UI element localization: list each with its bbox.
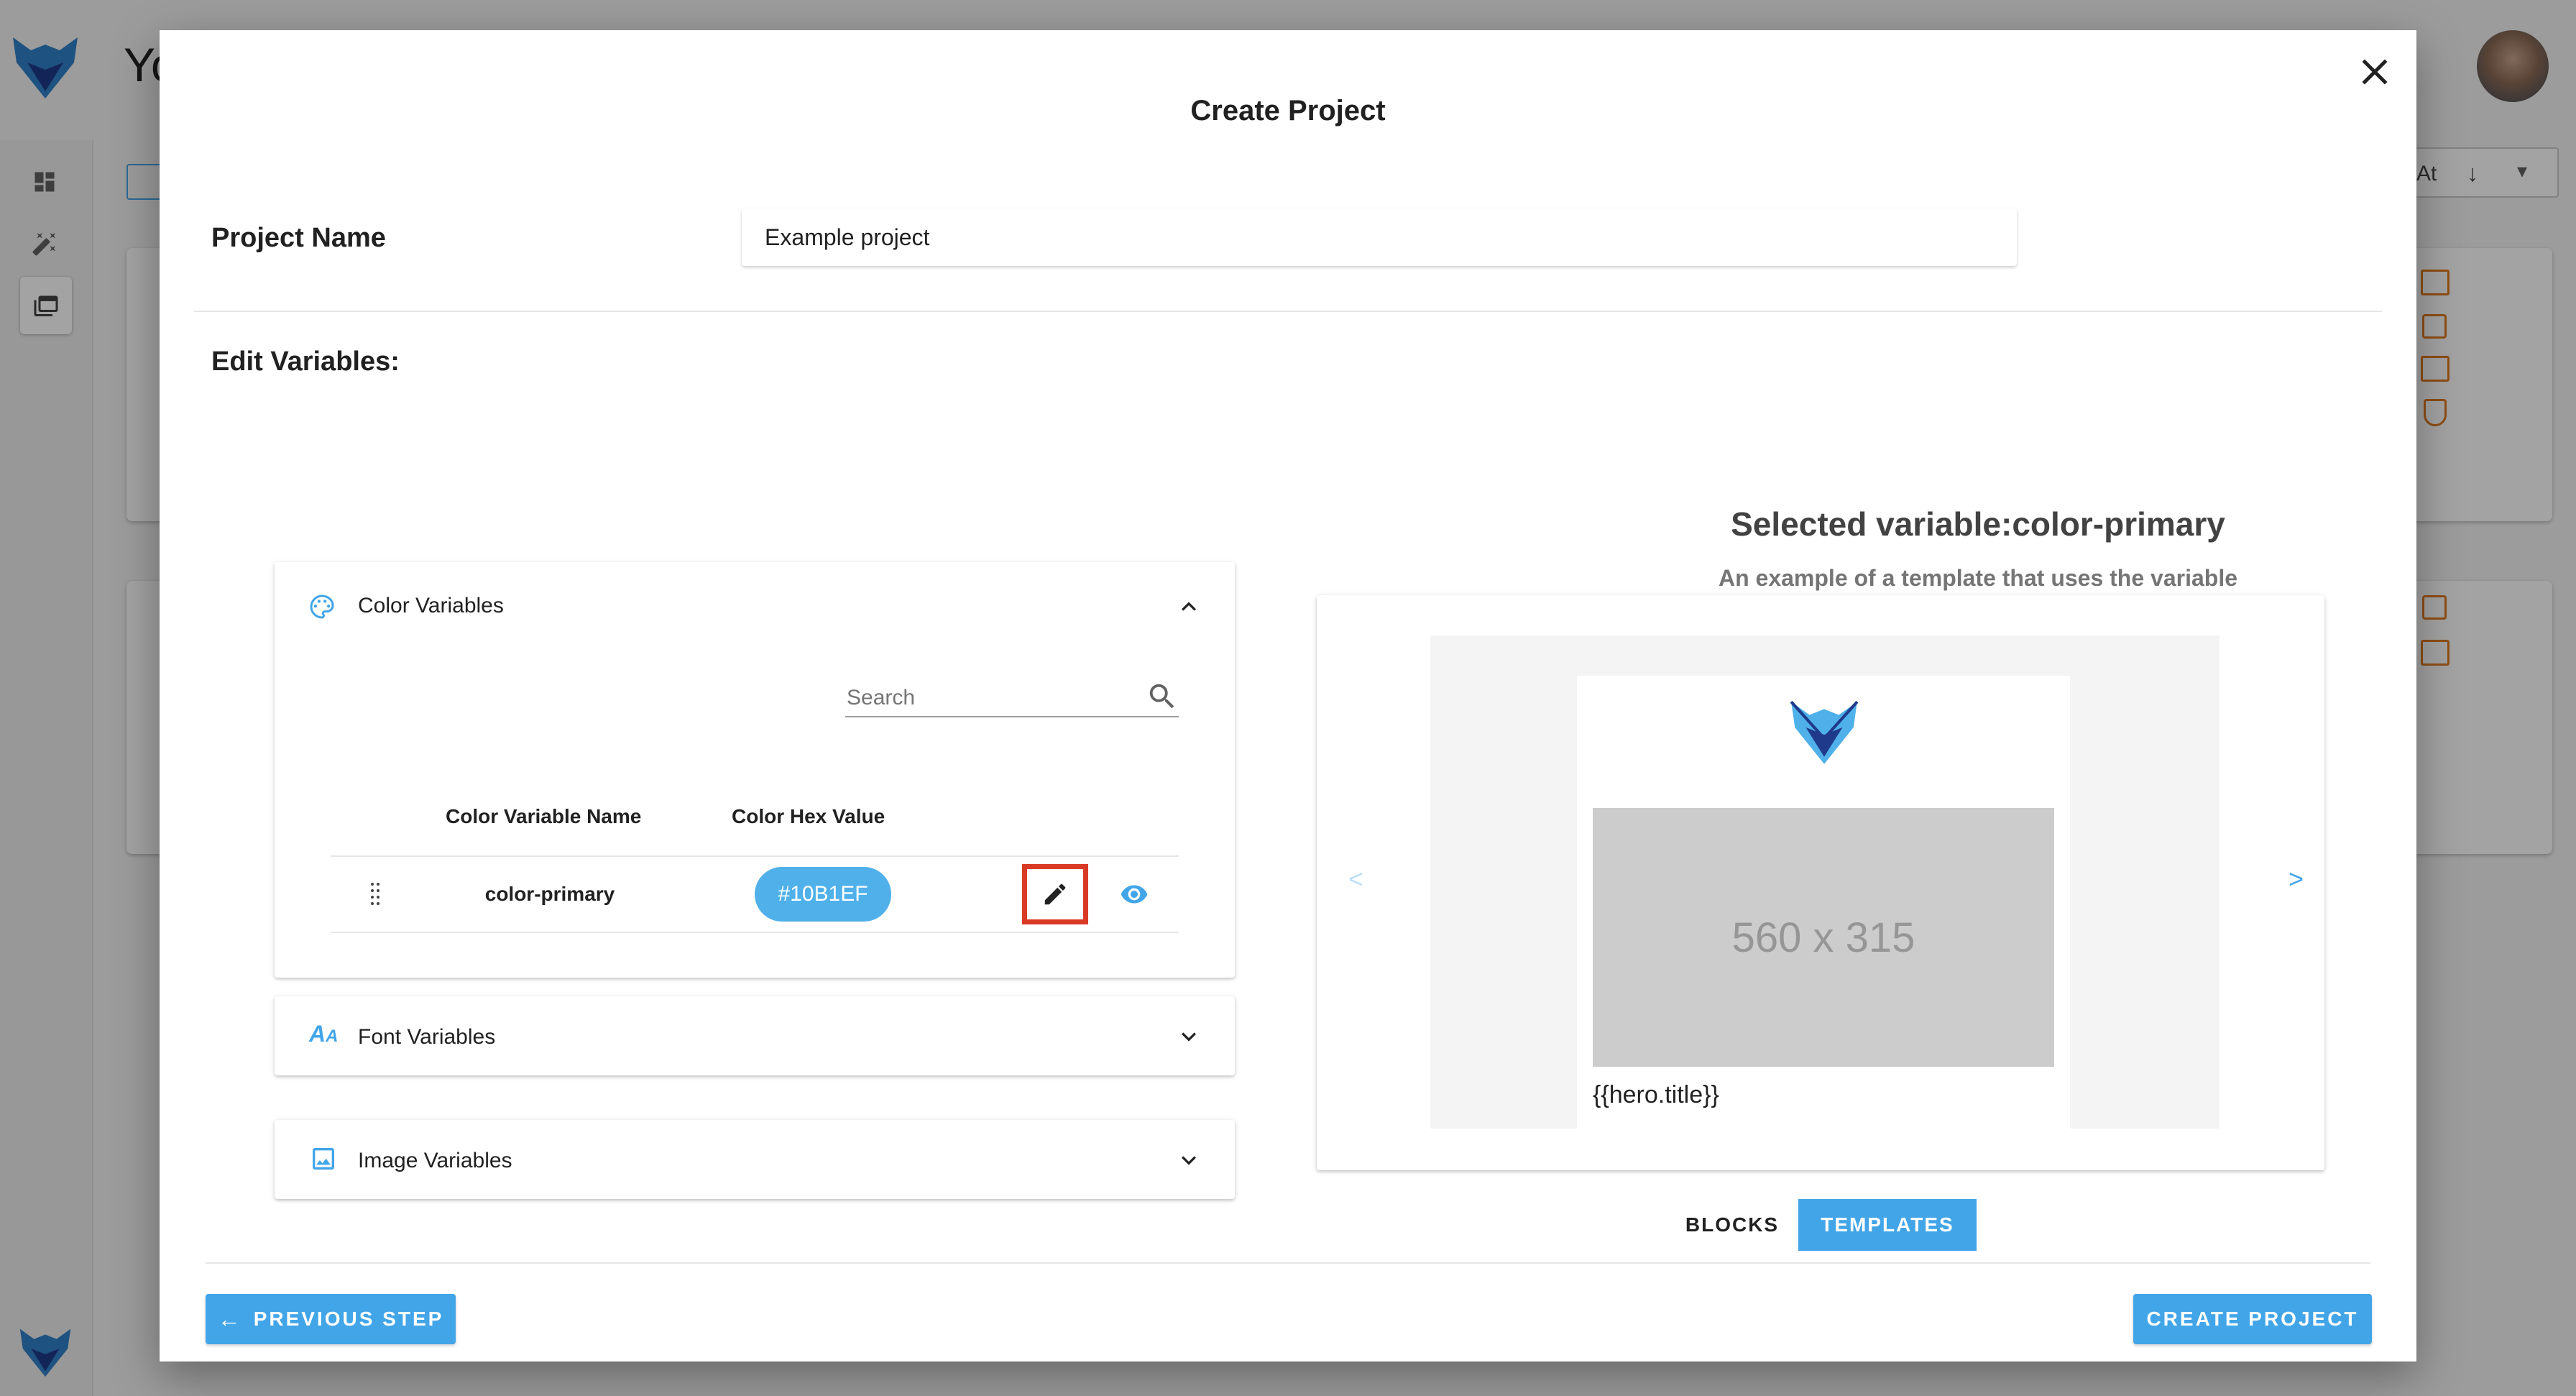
preview-subheading: An example of a template that uses the v… bbox=[1718, 565, 2237, 591]
search-input[interactable]: Search bbox=[845, 677, 1179, 717]
section-divider bbox=[194, 311, 2382, 312]
modal-title: Create Project bbox=[1190, 95, 1386, 127]
chevron-down-icon[interactable] bbox=[1174, 1022, 1203, 1051]
font-variables-panel[interactable]: AA Font Variables bbox=[275, 996, 1235, 1075]
column-header-name: Color Variable Name bbox=[446, 805, 642, 827]
chevron-up-icon[interactable] bbox=[1174, 592, 1203, 621]
project-name-label: Project Name bbox=[211, 223, 386, 253]
search-icon[interactable] bbox=[1146, 680, 1179, 713]
image-variables-panel[interactable]: Image Variables bbox=[275, 1120, 1235, 1199]
project-name-value: Example project bbox=[765, 224, 930, 250]
hex-value-chip[interactable]: #10B1EF bbox=[755, 867, 891, 922]
previous-template-arrow[interactable]: < bbox=[1348, 864, 1363, 894]
variable-name-cell: color-primary bbox=[484, 883, 615, 905]
palette-icon bbox=[308, 592, 336, 621]
preview-canvas: 560 x 315 {{hero.title}} bbox=[1430, 635, 2220, 1129]
tab-blocks[interactable]: BLOCKS bbox=[1668, 1199, 1797, 1251]
email-body: 560 x 315 {{hero.title}} bbox=[1577, 676, 2070, 1129]
hero-image-placeholder: 560 x 315 bbox=[1593, 808, 2054, 1067]
color-variables-title: Color Variables bbox=[358, 594, 504, 617]
edit-variables-label: Edit Variables: bbox=[211, 346, 400, 377]
drag-handle-icon[interactable] bbox=[369, 881, 381, 907]
image-variables-title: Image Variables bbox=[358, 1149, 512, 1172]
eye-icon[interactable] bbox=[1120, 880, 1149, 909]
template-logo bbox=[1782, 694, 1866, 768]
selected-variable-heading: Selected variable:color-primary bbox=[1731, 505, 2225, 543]
image-icon bbox=[309, 1144, 338, 1173]
create-project-modal: Create Project Project Name Example proj… bbox=[160, 30, 2416, 1361]
chevron-down-icon[interactable] bbox=[1174, 1146, 1203, 1175]
next-template-arrow[interactable]: > bbox=[2288, 864, 2304, 894]
arrow-left-icon: ← bbox=[217, 1305, 241, 1332]
font-variables-title: Font Variables bbox=[358, 1025, 496, 1049]
color-variables-header[interactable]: Color Variables bbox=[275, 562, 1235, 648]
table-row-divider bbox=[331, 932, 1179, 933]
search-placeholder: Search bbox=[847, 686, 916, 710]
placeholder-size-label: 560 x 315 bbox=[1731, 914, 1915, 961]
previous-step-label: PREVIOUS STEP bbox=[253, 1308, 444, 1330]
close-icon[interactable] bbox=[2353, 50, 2396, 93]
previous-step-button[interactable]: ← PREVIOUS STEP bbox=[206, 1294, 456, 1344]
table-row: color-primary #10B1EF bbox=[331, 857, 1179, 932]
hero-title-text: {{hero.title}} bbox=[1593, 1081, 1719, 1108]
font-icon: AA bbox=[309, 1021, 339, 1047]
create-project-button[interactable]: CREATE PROJECT bbox=[2133, 1294, 2372, 1344]
project-name-field[interactable]: Example project bbox=[742, 208, 2017, 266]
color-variables-panel: Color Variables Search Color Variable Na… bbox=[275, 562, 1235, 978]
footer-divider bbox=[206, 1262, 2370, 1264]
column-header-hex: Color Hex Value bbox=[732, 805, 886, 827]
template-preview-card: 560 x 315 {{hero.title}} < > bbox=[1317, 595, 2324, 1170]
edit-button[interactable] bbox=[1022, 864, 1088, 924]
tab-templates[interactable]: TEMPLATES bbox=[1798, 1199, 1977, 1251]
